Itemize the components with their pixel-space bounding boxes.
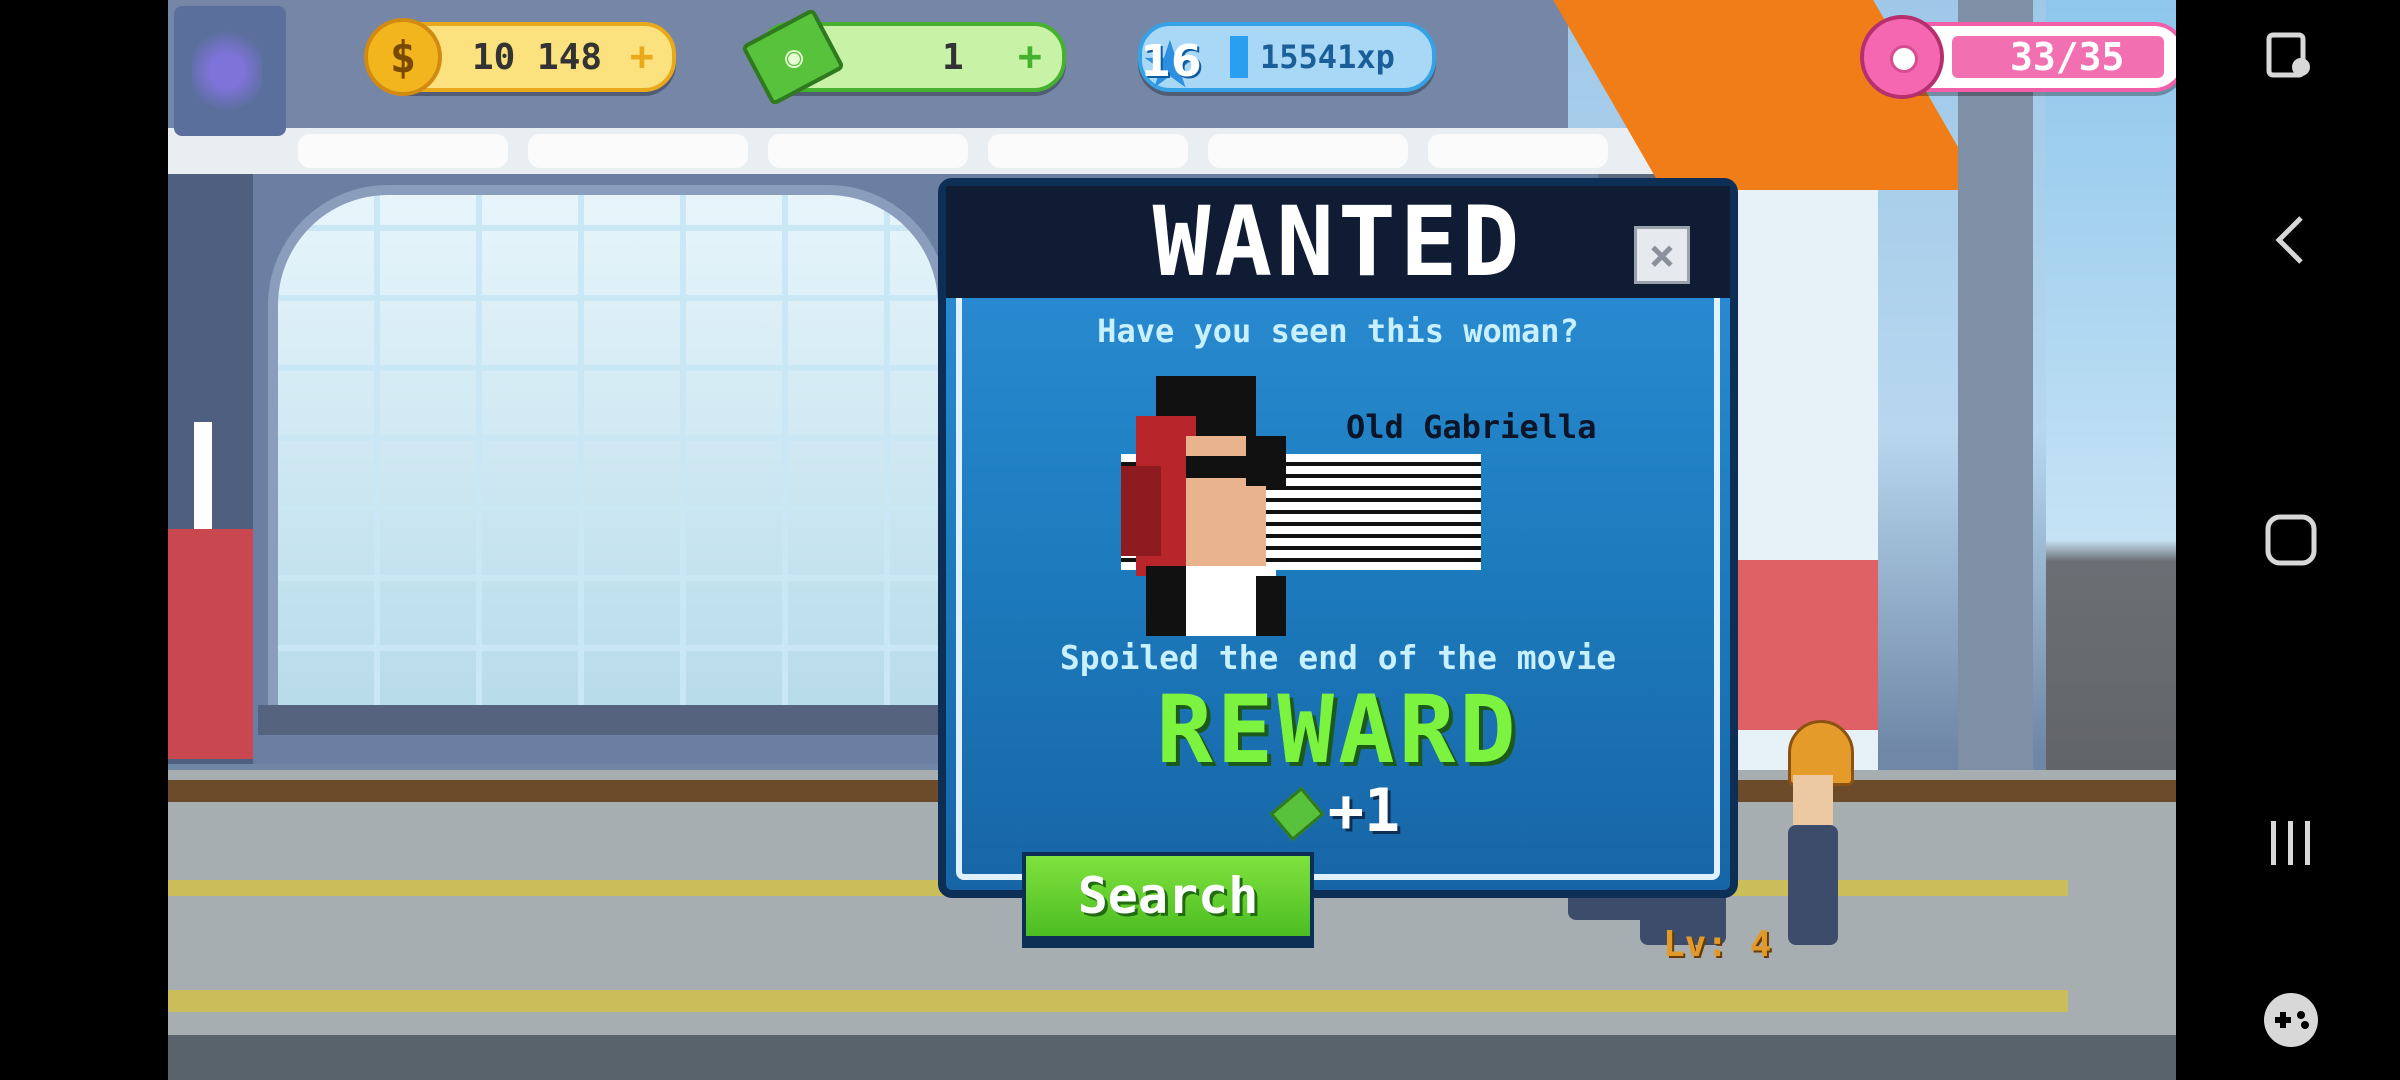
add-cash-icon[interactable]: +	[1018, 34, 1042, 80]
floor-line	[168, 990, 2068, 1012]
suspect-name: Old Gabriella	[1346, 408, 1597, 446]
cash-value: 1	[942, 36, 964, 78]
add-coins-icon[interactable]: +	[630, 34, 654, 80]
worker-body	[1788, 825, 1838, 945]
system-navigation-bar	[2176, 0, 2400, 1080]
donut-icon	[1860, 15, 1944, 99]
xp-counter[interactable]: ★ 16 15541xp	[1138, 11, 1436, 103]
coin-icon: $	[364, 18, 442, 96]
donut-counter[interactable]: 33/35	[1860, 15, 2176, 99]
ceiling-lamp	[988, 134, 1188, 168]
ceiling-lamp	[528, 134, 748, 168]
wanted-dialog: WANTED × Have you seen this woman? Old G…	[938, 178, 1738, 898]
recents-icon[interactable]	[2256, 808, 2326, 878]
left-pillar	[168, 174, 253, 764]
reward-heading: REWARD	[1156, 676, 1520, 785]
xp-value: 15541xp	[1260, 38, 1395, 76]
dialog-title: WANTED	[1152, 186, 1524, 298]
suspect-crime: Spoiled the end of the movie	[1059, 638, 1617, 677]
character-level-label: Lv: 4	[1663, 924, 1772, 965]
pillar-red-panel	[168, 529, 253, 759]
dialog-header: WANTED	[946, 186, 1730, 298]
wanted-question: Have you seen this woman?	[1097, 312, 1579, 350]
lobby-window	[268, 185, 948, 725]
player-level: 16	[1140, 36, 1202, 87]
donut-value: 33/35	[2010, 35, 2125, 79]
home-icon[interactable]	[2256, 505, 2326, 575]
ceiling-lamp	[768, 134, 968, 168]
game-viewport[interactable]: Lv: 4 $ 10 148 + ◉ 1 + ★ 16 15541xp 33/3…	[168, 0, 2176, 1080]
back-icon[interactable]	[2256, 205, 2326, 275]
game-launcher-icon[interactable]	[2256, 985, 2326, 1055]
cash-counter[interactable]: ◉ 1 +	[740, 7, 1066, 107]
screenshot-touch-icon[interactable]	[2256, 22, 2326, 92]
coins-counter[interactable]: $ 10 148 +	[364, 18, 676, 96]
ceiling-lamp	[1428, 134, 1608, 168]
close-button[interactable]: ×	[1634, 226, 1690, 284]
floor-edge	[168, 1035, 2176, 1080]
building-column-red	[1728, 560, 1878, 730]
coins-value: 10 148	[472, 36, 603, 78]
suspect-portrait	[1121, 376, 1286, 636]
ceiling-lamp	[298, 134, 508, 168]
ceiling-lamp	[1208, 134, 1408, 168]
reward-amount: +1	[946, 776, 1730, 846]
reward-value: +1	[1327, 776, 1401, 846]
cash-icon	[1269, 787, 1325, 842]
worker-face	[1793, 775, 1833, 825]
player-avatar[interactable]	[174, 6, 286, 136]
xp-progress-bar	[1230, 36, 1248, 78]
window-sill	[258, 705, 948, 735]
search-button[interactable]: Search	[1022, 852, 1314, 948]
wall-light	[194, 422, 212, 542]
